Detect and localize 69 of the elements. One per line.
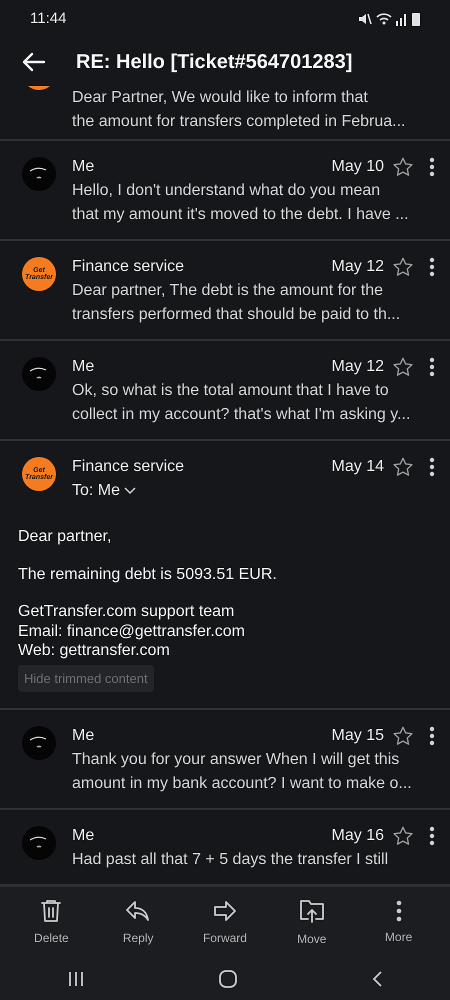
folder-move-icon [298,898,325,924]
message-preview: that my amount it's moved to the debt. I have ... [72,205,410,225]
more-options-icon[interactable] [429,157,435,177]
more-icon [396,900,402,922]
recipient-toggle[interactable]: To: Me [72,479,450,503]
email-body-line: The remaining debt is 5093.51 EUR. [18,564,278,584]
sender-name: Me [72,826,96,846]
person-avatar-icon [22,726,56,760]
trash-icon [39,898,64,922]
message-preview: Had past all that 7 + 5 days the transfer I still [72,850,390,870]
email-body-line: Dear partner, [18,527,112,546]
forward-icon [212,898,238,922]
message-preview: transfers performed that should be paid to th... [72,305,402,325]
message-date: May 12 [332,257,384,277]
person-avatar-icon [22,157,56,191]
home-icon[interactable] [218,969,238,989]
message-preview: Ok, so what is the total amount that I have to [72,381,390,401]
sender-name: Me [72,726,96,746]
sender-name: Me [72,157,96,177]
message-row[interactable]: Me May 12 Ok, so what is the total amount that I have to collect in my account? that's what I'm asking y... [0,341,450,441]
toolbar-button[interactable]: Forward [190,898,260,946]
back-arrow-icon[interactable] [22,52,46,72]
message-preview: Thank you for your answer When I will get this [72,750,400,770]
star-icon[interactable] [392,825,414,847]
star-icon[interactable] [392,156,414,178]
sender-name: Me [72,357,96,377]
toolbar-button[interactable]: More [364,900,434,946]
more-options-icon[interactable] [429,726,435,746]
more-options-icon[interactable] [429,257,435,277]
chevron-down-icon [124,487,136,495]
more-options-icon[interactable] [429,826,435,846]
star-icon[interactable] [392,725,414,747]
email-body-line: GetTransfer.com support team [18,602,236,622]
toolbar-button[interactable]: Move [276,898,347,948]
message-preview: collect in my account? that's what I'm asking y... [72,405,412,425]
message-preview: amount in my bank account? I want to make o... [72,774,413,794]
reply-icon [125,898,152,922]
more-options-icon[interactable] [429,357,435,377]
message-preview: the amount for transfers completed in Februa... [72,112,406,132]
recent-apps-icon[interactable] [66,971,85,987]
more-options-icon[interactable] [429,457,435,477]
message-row[interactable]: Me May 15 Thank you for your answer When I will get this amount in my bank account? I want to make o... [0,710,450,810]
back-icon[interactable] [371,970,384,988]
person-avatar-icon [22,826,56,860]
message-date: May 14 [332,457,384,477]
email-body-line: Web: gettransfer.com [18,641,171,660]
sender-name: Finance service [72,257,186,277]
status-time: 11:44 [30,8,66,29]
toolbar-button[interactable]: Reply [103,898,174,946]
message-date: May 15 [332,726,384,746]
thread-title: RE: Hello [Ticket#564701283] [76,50,352,75]
star-icon[interactable] [392,456,414,478]
email-body-line: Email: finance@gettransfer.com [18,622,246,641]
message-row[interactable]: Me May 10 Hello, I don't understand what do you mean that my amount it's moved to the debt. I have ... [0,141,450,241]
message-preview: Hello, I don't understand what do you mean [72,181,382,201]
sender-name: Finance service [72,457,186,477]
star-icon[interactable] [392,356,414,378]
person-avatar-icon [22,357,56,391]
message-date: May 10 [332,157,384,177]
message-preview: Dear partner, The debt is the amount for the [72,281,384,301]
message-date: May 12 [332,357,384,377]
battery-icon [412,12,420,26]
message-preview: Dear Partner, We would like to inform that [72,88,369,108]
wifi-icon [376,12,392,26]
mute-icon [358,12,372,26]
signal-icon [396,12,408,26]
toolbar-button[interactable]: Delete [16,898,86,946]
message-date: May 16 [332,826,384,846]
star-icon[interactable] [392,256,414,278]
